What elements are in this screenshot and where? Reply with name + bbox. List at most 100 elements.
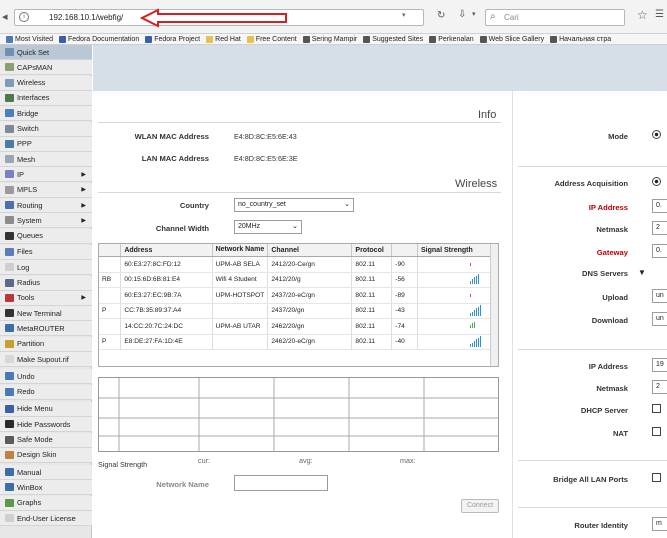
- sidebar-item-system[interactable]: System ▶: [0, 213, 92, 229]
- table-row[interactable]: RB 00:15:6D:6B:81:E4 Wifi 4 Student 2412/20…: [99, 272, 492, 288]
- cell-flag: [99, 256, 122, 273]
- sidebar-item-end-user-license[interactable]: End-User License: [0, 511, 92, 526]
- cell-protocol: 802.11: [351, 303, 393, 319]
- sidebar-item-design-skin[interactable]: Design Skin: [0, 447, 92, 463]
- ip-address-input[interactable]: 0.: [652, 199, 667, 213]
- sidebar-item-label: Mesh: [17, 154, 36, 164]
- address-acquisition-radio[interactable]: [652, 177, 661, 186]
- cell-channel: 2437/20/gn: [267, 303, 353, 319]
- channel-header[interactable]: Channel: [267, 244, 353, 257]
- signal-header[interactable]: [391, 244, 419, 257]
- sidebar-item-ppp[interactable]: PPP: [0, 136, 92, 152]
- signal-strength-header[interactable]: Signal Strength: [417, 244, 492, 257]
- bookmark-item[interactable]: Начальная стра: [550, 34, 611, 44]
- reload-icon[interactable]: ↻: [437, 10, 445, 21]
- upload-value: un: [656, 292, 664, 299]
- bookmark-item[interactable]: Sering Mampir: [302, 34, 357, 44]
- info-icon[interactable]: i: [19, 12, 29, 22]
- sidebar-item-routing[interactable]: Routing ▶: [0, 198, 92, 213]
- bookmark-item[interactable]: Suggested Sites: [363, 34, 423, 44]
- nat-checkbox[interactable]: [652, 427, 661, 436]
- table-row[interactable]: 60:E3:27:8C:FD:12 UPM-AB SELA 2412/20-Ce/g…: [99, 256, 492, 273]
- sidebar-item-queues[interactable]: Queues: [0, 228, 92, 244]
- sidebar-item-hide-passwords[interactable]: Hide Passwords: [0, 417, 92, 433]
- netmask-input-2[interactable]: 2: [652, 380, 667, 394]
- sidebar-item-interfaces[interactable]: Interfaces: [0, 90, 92, 106]
- ip-icon: [5, 170, 14, 179]
- table-row[interactable]: P CC:7B:35:89:37:A4 2437/20/gn 802.11 -43: [99, 303, 492, 319]
- sidebar-item-graphs[interactable]: Graphs: [0, 495, 92, 511]
- sidebar-item-label: CAPsMAN: [17, 62, 53, 72]
- sidebar-item-ip[interactable]: IP ▶: [0, 167, 92, 183]
- scan-table-container[interactable]: Address Network Name Channel Protocol Si…: [98, 243, 499, 367]
- chevron-down-icon[interactable]: ▾: [472, 10, 476, 18]
- mode-radio[interactable]: [652, 130, 661, 139]
- sidebar-item-metarouter[interactable]: MetaROUTER: [0, 321, 92, 337]
- bookmark-item[interactable]: Perkenalan: [429, 34, 474, 44]
- sidebar-item-make-supout-rif[interactable]: Make Supout.rif: [0, 352, 92, 367]
- signal-bar: [480, 305, 481, 317]
- router-identity-input[interactable]: m: [652, 517, 667, 531]
- country-select[interactable]: no_country_set ⌄: [234, 198, 354, 212]
- bookmark-icon: [206, 36, 214, 43]
- channel-width-select[interactable]: 20MHz ⌄: [234, 220, 302, 234]
- sidebar-item-new-terminal[interactable]: New Terminal: [0, 306, 92, 322]
- bookmark-item[interactable]: Free Content: [246, 34, 297, 44]
- network-name-input[interactable]: [234, 475, 328, 491]
- chevron-down-icon: ⌄: [292, 223, 298, 230]
- sidebar-item-undo[interactable]: Undo: [0, 369, 92, 385]
- submenu-arrow-icon: ▶: [81, 171, 86, 178]
- download-select[interactable]: un: [652, 312, 667, 326]
- sidebar-item-quick-set[interactable]: Quick Set: [0, 45, 92, 60]
- download-icon[interactable]: ⇩: [458, 9, 466, 20]
- url-text[interactable]: 192.168.10.1/webfig/: [49, 13, 123, 22]
- gateway-input[interactable]: 0.: [652, 244, 667, 258]
- protocol-header[interactable]: Protocol: [351, 244, 393, 257]
- signal-bar: [478, 274, 479, 284]
- sidebar-item-mpls[interactable]: MPLS ▶: [0, 182, 92, 198]
- sidebar-item-switch[interactable]: Switch: [0, 121, 92, 137]
- sidebar-item-winbox[interactable]: WinBox: [0, 480, 92, 496]
- bookmark-item[interactable]: Fedora Project: [145, 34, 200, 44]
- search-box[interactable]: ⌕ Cari: [485, 9, 625, 26]
- address-header[interactable]: Address: [120, 244, 213, 257]
- sidebar-item-capsman[interactable]: CAPsMAN: [0, 60, 92, 76]
- star-icon[interactable]: ☆: [637, 8, 648, 22]
- dhcp-server-checkbox[interactable]: [652, 404, 661, 413]
- cell-flag: RB: [99, 272, 122, 288]
- upload-select[interactable]: un: [652, 289, 667, 303]
- back-icon[interactable]: ◂: [2, 10, 8, 23]
- netmask-input[interactable]: 2: [652, 221, 667, 235]
- table-row[interactable]: 14:CC:20:7C:24:DC UPM-AB UTAR 2462/20/gn 80…: [99, 318, 492, 335]
- ip-address-input-2[interactable]: 19: [652, 358, 667, 372]
- sidebar-item-safe-mode[interactable]: Safe Mode: [0, 432, 92, 448]
- bookmark-item[interactable]: Red Hat: [206, 34, 241, 44]
- sidebar-item-mesh[interactable]: Mesh: [0, 152, 92, 168]
- submenu-arrow-icon: ▶: [81, 217, 86, 224]
- sidebar-item-wireless[interactable]: Wireless: [0, 75, 92, 91]
- bookmark-item[interactable]: Web Slice Gallery: [479, 34, 544, 44]
- sidebar-item-hide-menu[interactable]: Hide Menu: [0, 401, 92, 417]
- signal-bar: [476, 296, 477, 297]
- sidebar-item-log[interactable]: Log: [0, 260, 92, 276]
- sidebar-item-tools[interactable]: Tools ▶: [0, 290, 92, 306]
- sidebar-item-bridge[interactable]: Bridge: [0, 106, 92, 122]
- bookmark-item[interactable]: Most Visited: [6, 34, 53, 44]
- dns-expand-icon[interactable]: ▼: [638, 268, 646, 277]
- scrollbar[interactable]: [490, 244, 498, 366]
- signal-bars-icon: [417, 272, 492, 288]
- connect-button[interactable]: Connect: [461, 499, 499, 513]
- bookmark-item[interactable]: Fedora Documentation: [59, 34, 139, 44]
- bookmark-list-icon[interactable]: ☰: [655, 9, 664, 20]
- sidebar-item-manual[interactable]: Manual: [0, 465, 92, 481]
- bridge-all-lan-checkbox[interactable]: [652, 473, 661, 482]
- sidebar-item-redo[interactable]: Redo: [0, 384, 92, 400]
- sidebar-item-radius[interactable]: Radius: [0, 275, 92, 291]
- table-row[interactable]: 60:E3:27:EC:9B:7A UPM-HOTSPOT 2437/20-eC/g…: [99, 287, 492, 304]
- sidebar-item-partition[interactable]: Partition: [0, 336, 92, 352]
- table-row[interactable]: P E8:DE:27:FA:1D:4E 2462/20-eC/gn 802.11 -40: [99, 334, 492, 350]
- dropdown-icon[interactable]: ▾: [402, 11, 406, 19]
- sidebar-item-files[interactable]: Files: [0, 244, 92, 260]
- network-name-header[interactable]: Network Name: [212, 244, 269, 257]
- sidebar-item-label: Redo: [17, 387, 35, 397]
